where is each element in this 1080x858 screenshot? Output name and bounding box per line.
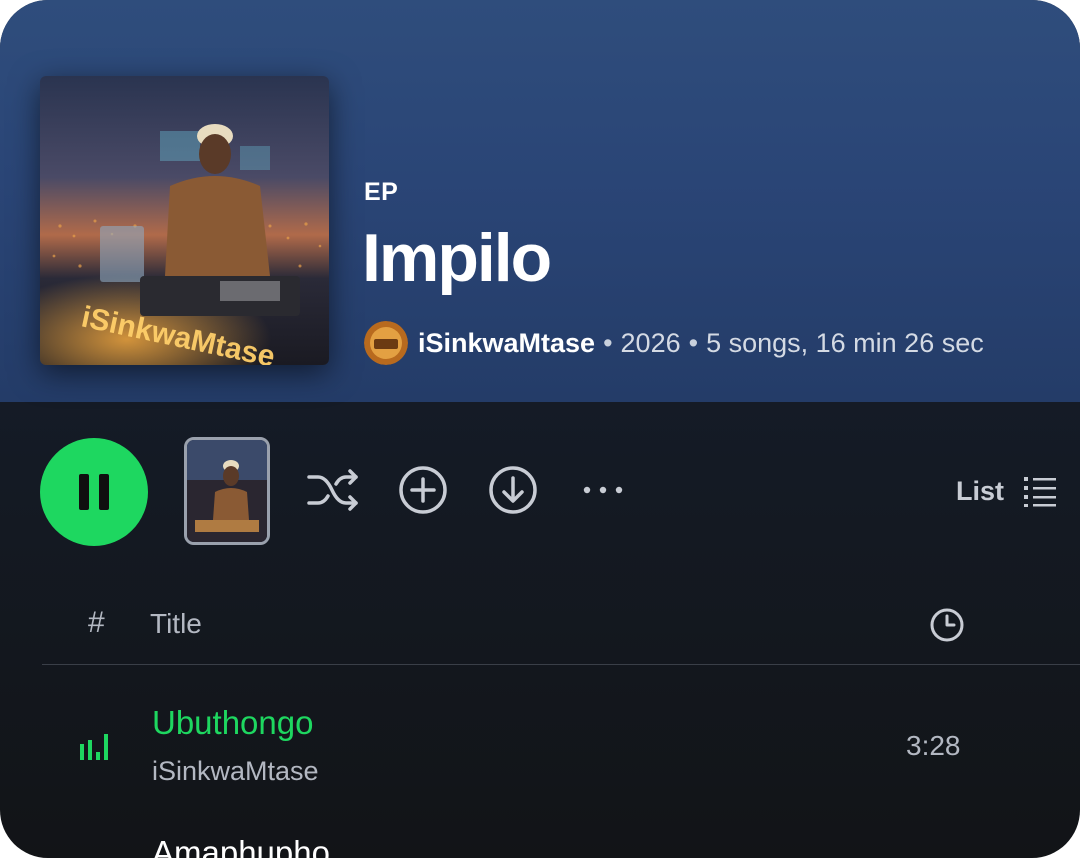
release-year: 2026 [620,327,681,358]
view-mode-button[interactable]: List [956,470,1058,512]
artist-avatar[interactable] [364,321,408,365]
album-meta: iSinkwaMtase • 2026 • 5 songs, 16 min 26… [364,321,984,365]
album-type-label: EP [364,178,399,206]
album-header: iSinkwaMtase EP Impilo iSinkwaMtase • 20… [0,0,1080,402]
album-page: iSinkwaMtase EP Impilo iSinkwaMtase • 20… [0,0,1080,858]
separator: • [688,327,699,358]
pause-button[interactable] [40,438,148,546]
shuffle-icon [307,469,358,511]
pause-icon [74,474,114,510]
album-title: Impilo [362,220,552,296]
album-cover-art: iSinkwaMtase [40,76,329,365]
album-summary: 5 songs, 16 min 26 sec [706,327,984,358]
more-options-button[interactable] [575,462,631,518]
add-to-library-button[interactable] [395,462,451,518]
artist-link[interactable]: iSinkwaMtase [418,328,595,359]
separator: • [603,327,613,358]
title-header: Title [150,608,202,639]
table-header-divider [42,664,1080,665]
list-icon [1024,477,1056,507]
track-duration: 3:28 [906,730,961,761]
track-row[interactable]: Amaphupho [42,828,1080,858]
more-options-icon [583,486,623,494]
shuffle-button[interactable] [304,462,360,518]
clock-icon [930,608,964,642]
add-icon [399,466,447,514]
track-artist[interactable]: iSinkwaMtase [152,756,319,787]
now-playing-thumbnail[interactable] [184,437,270,545]
track-number-header: # [88,606,105,639]
download-button[interactable] [485,462,541,518]
download-icon [489,466,537,514]
now-playing-equalizer-icon [80,734,108,760]
duration-header [928,606,966,649]
track-title[interactable]: Ubuthongo [152,704,313,742]
track-row[interactable]: Ubuthongo iSinkwaMtase 3:28 [42,698,1080,808]
view-mode-label: List [955,475,1004,506]
track-title[interactable]: Amaphupho [152,834,330,858]
